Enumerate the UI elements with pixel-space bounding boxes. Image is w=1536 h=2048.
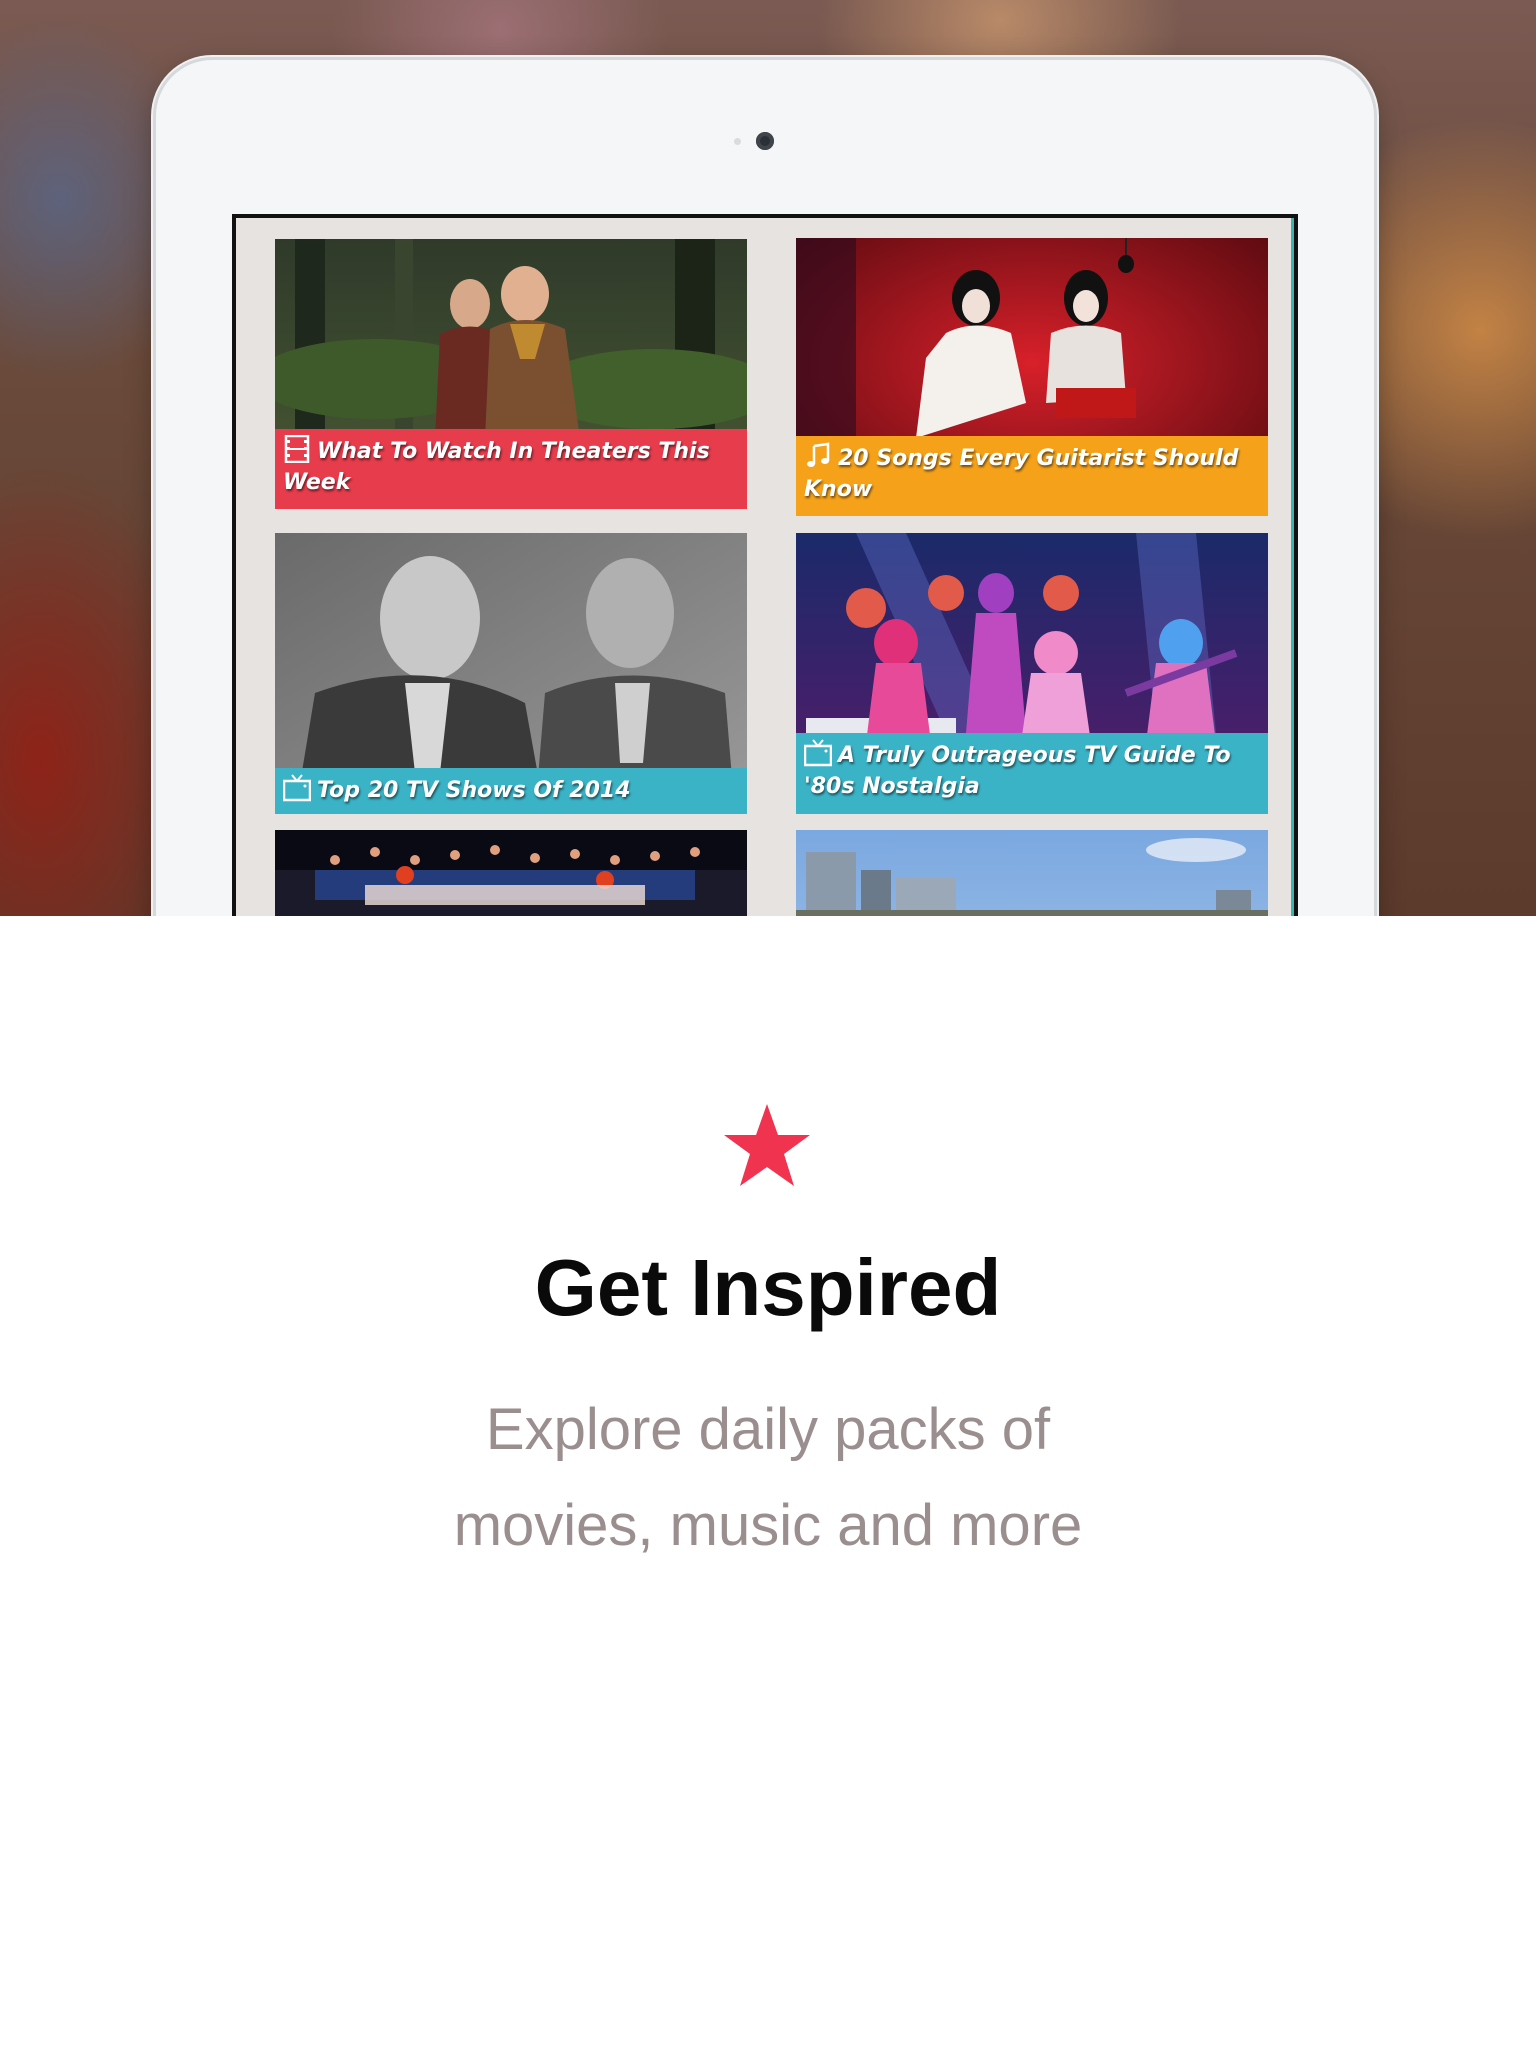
star-icon bbox=[724, 1104, 810, 1186]
onboarding-subtitle: Explore daily packs of movies, music and… bbox=[0, 1382, 1536, 1574]
card-title: Top 20 TV Shows Of 2014 bbox=[317, 778, 631, 803]
subtitle-line-1: Explore daily packs of bbox=[485, 1397, 1051, 1462]
film-icon bbox=[284, 435, 310, 463]
card-guitar-songs[interactable]: 20 Songs Every Guitarist Should Know bbox=[796, 238, 1268, 516]
card-title: 20 Songs Every Guitarist Should Know bbox=[804, 446, 1239, 502]
card-caption: Top 20 TV Shows Of 2014 bbox=[275, 768, 747, 814]
subtitle-line-2: movies, music and more bbox=[453, 1493, 1083, 1558]
card-title: A Truly Outrageous TV Guide To '80s Nost… bbox=[804, 743, 1231, 799]
tv-icon bbox=[283, 774, 311, 802]
camera-icon bbox=[756, 132, 774, 150]
onboarding-title: Get Inspired bbox=[534, 1243, 1002, 1332]
card-title: What To Watch In Theaters This Week bbox=[283, 439, 710, 495]
card-caption: A Truly Outrageous TV Guide To '80s Nost… bbox=[796, 733, 1268, 814]
light-sensor bbox=[734, 138, 741, 145]
card-caption: 20 Songs Every Guitarist Should Know bbox=[796, 436, 1268, 516]
card-theaters[interactable]: What To Watch In Theaters This Week bbox=[275, 239, 747, 509]
card-80s-nostalgia[interactable]: A Truly Outrageous TV Guide To '80s Nost… bbox=[796, 533, 1268, 814]
card-tv-shows-2014[interactable]: Top 20 TV Shows Of 2014 bbox=[275, 533, 747, 814]
tv-icon bbox=[804, 739, 832, 767]
music-note-icon bbox=[807, 442, 830, 467]
card-caption: What To Watch In Theaters This Week bbox=[275, 429, 747, 509]
